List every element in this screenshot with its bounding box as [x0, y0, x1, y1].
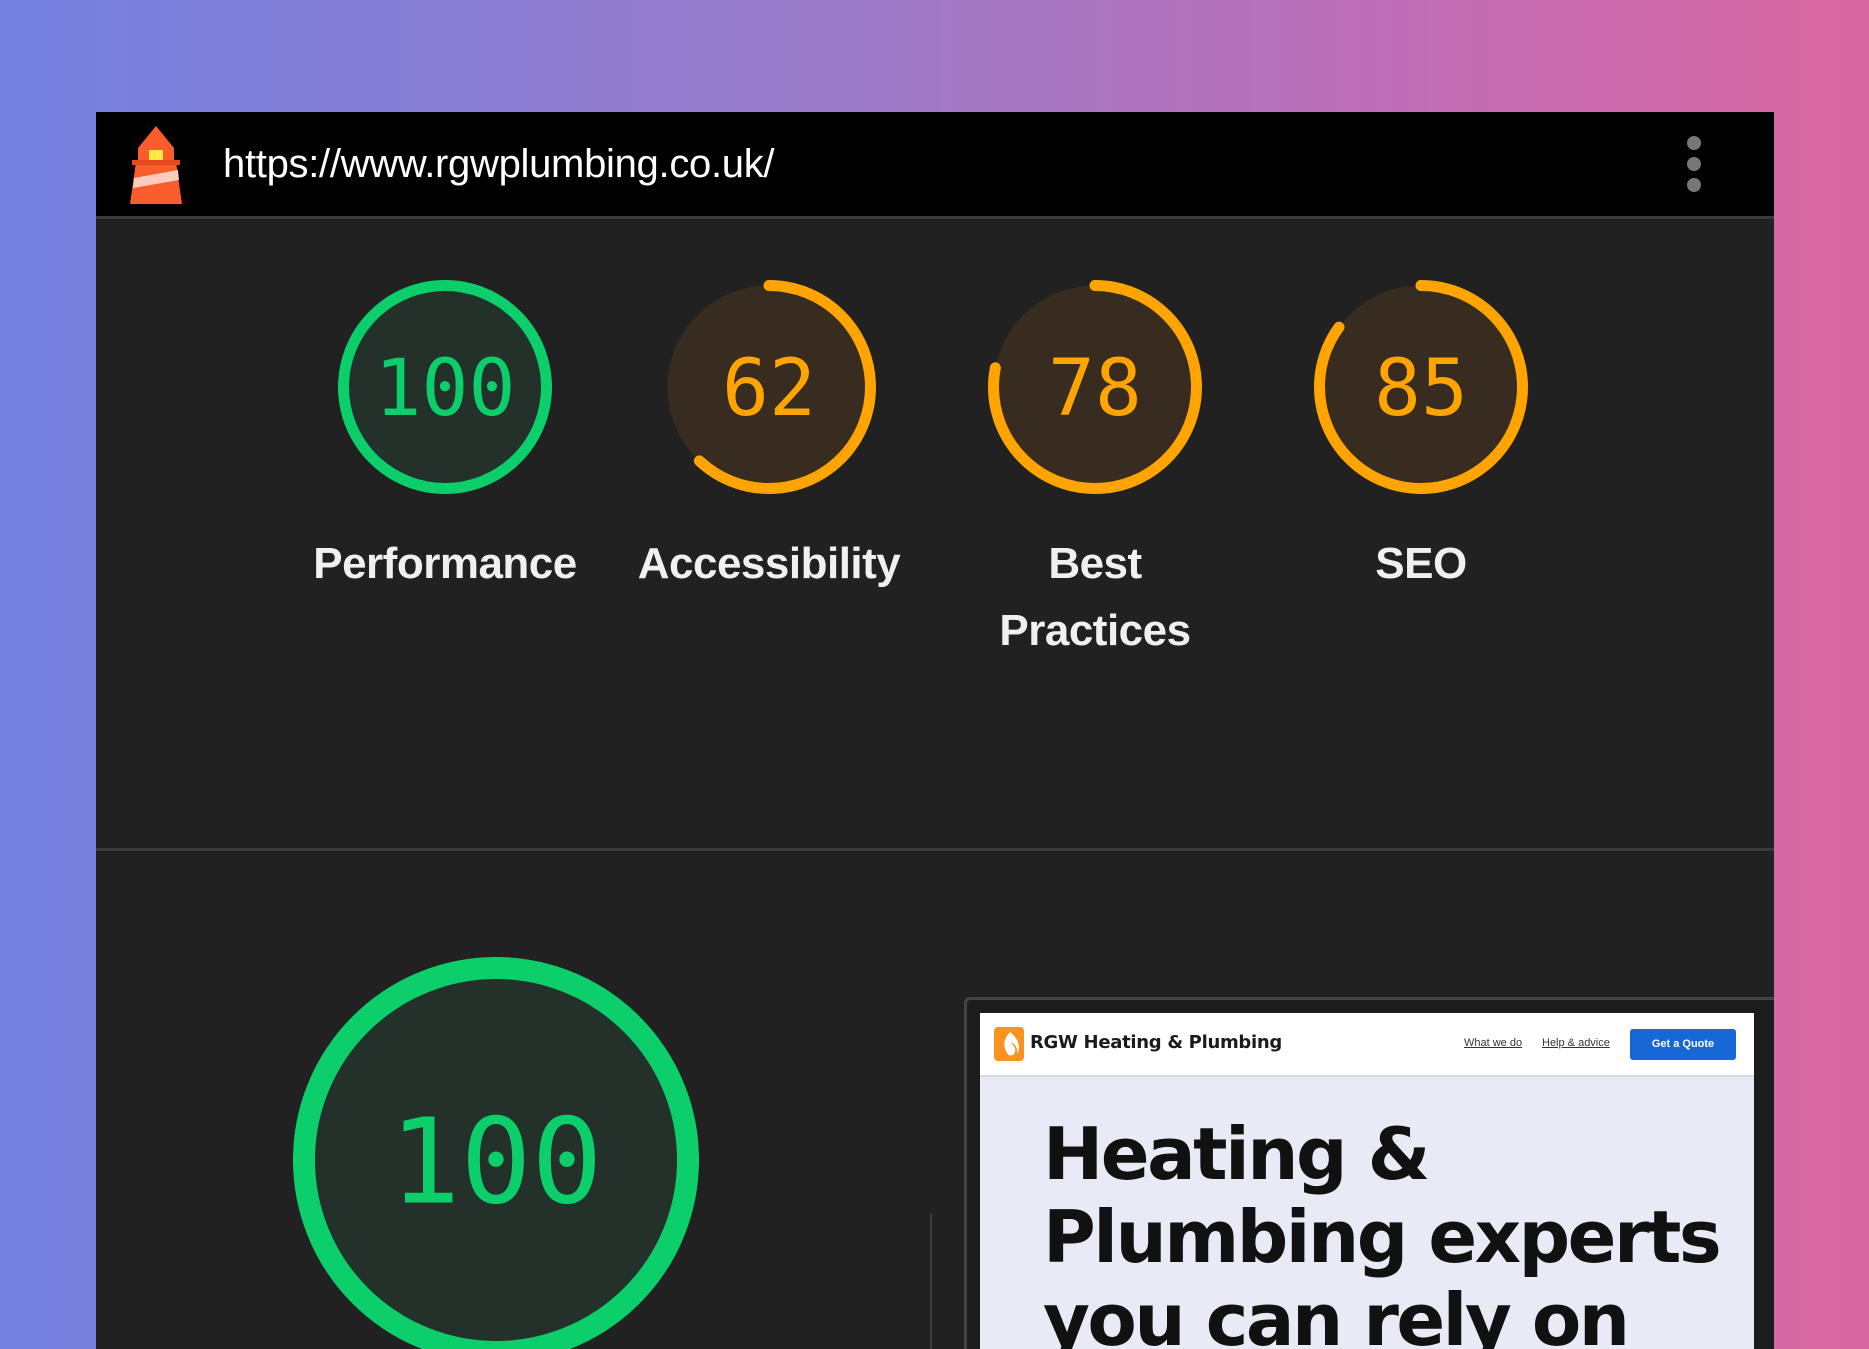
- lighthouse-report-window: https://www.rgwplumbing.co.uk/ 100 Perfor…: [96, 112, 1774, 1349]
- report-topbar: https://www.rgwplumbing.co.uk/: [96, 112, 1774, 219]
- site-brand-name: RGW Heating & Plumbing: [1030, 1032, 1282, 1053]
- section-divider: [96, 848, 1774, 851]
- gauge-score: 100: [389, 1092, 602, 1230]
- final-screenshot[interactable]: RGW Heating & Plumbing What we do Help &…: [980, 1013, 1754, 1349]
- gauge-accessibility[interactable]: 62 Accessibility: [604, 278, 934, 597]
- gauge-label: SEO: [1375, 539, 1467, 588]
- performance-summary-gauge: 100: [293, 957, 699, 1349]
- gauge-score: 78: [1048, 344, 1142, 434]
- kebab-menu-icon[interactable]: [1676, 134, 1712, 194]
- site-hero-heading: Heating & Plumbing experts you can rely …: [1043, 1113, 1743, 1349]
- gauge-label: Performance: [313, 539, 577, 588]
- gauge-performance[interactable]: 100 Performance: [280, 278, 610, 597]
- report-url[interactable]: https://www.rgwplumbing.co.uk/: [223, 142, 775, 187]
- hero-line: Plumbing experts: [1043, 1195, 1722, 1279]
- site-nav-help-advice: Help & advice: [1542, 1037, 1610, 1049]
- hero-line: Heating &: [1043, 1112, 1430, 1196]
- gauge-score: 62: [722, 344, 816, 434]
- site-navbar: RGW Heating & Plumbing What we do Help &…: [980, 1013, 1754, 1077]
- gauge-ring: 85: [1314, 280, 1528, 494]
- gauge-ring: 62: [662, 280, 876, 494]
- vertical-divider: [930, 1214, 932, 1349]
- gauge-ring: 100: [338, 280, 552, 494]
- gauge-score: 85: [1374, 344, 1468, 434]
- site-get-quote-button: Get a Quote: [1630, 1029, 1736, 1060]
- gauge-best-practices[interactable]: 78 Best Practices: [930, 278, 1260, 664]
- gauge-label: Accessibility: [637, 539, 901, 588]
- category-gauges: 100 Performance 62 Accessibility 78 Best Pr…: [96, 219, 1774, 849]
- gauge-ring: 78: [988, 280, 1202, 494]
- lighthouse-icon: [130, 126, 182, 204]
- gauge-score: 100: [375, 344, 516, 434]
- site-nav-what-we-do: What we do: [1464, 1037, 1523, 1049]
- brand-logo-icon: [994, 1027, 1024, 1061]
- gauge-seo[interactable]: 85 SEO: [1256, 278, 1586, 597]
- gauge-label: Best Practices: [999, 539, 1191, 655]
- hero-line: you can rely on: [1043, 1278, 1630, 1349]
